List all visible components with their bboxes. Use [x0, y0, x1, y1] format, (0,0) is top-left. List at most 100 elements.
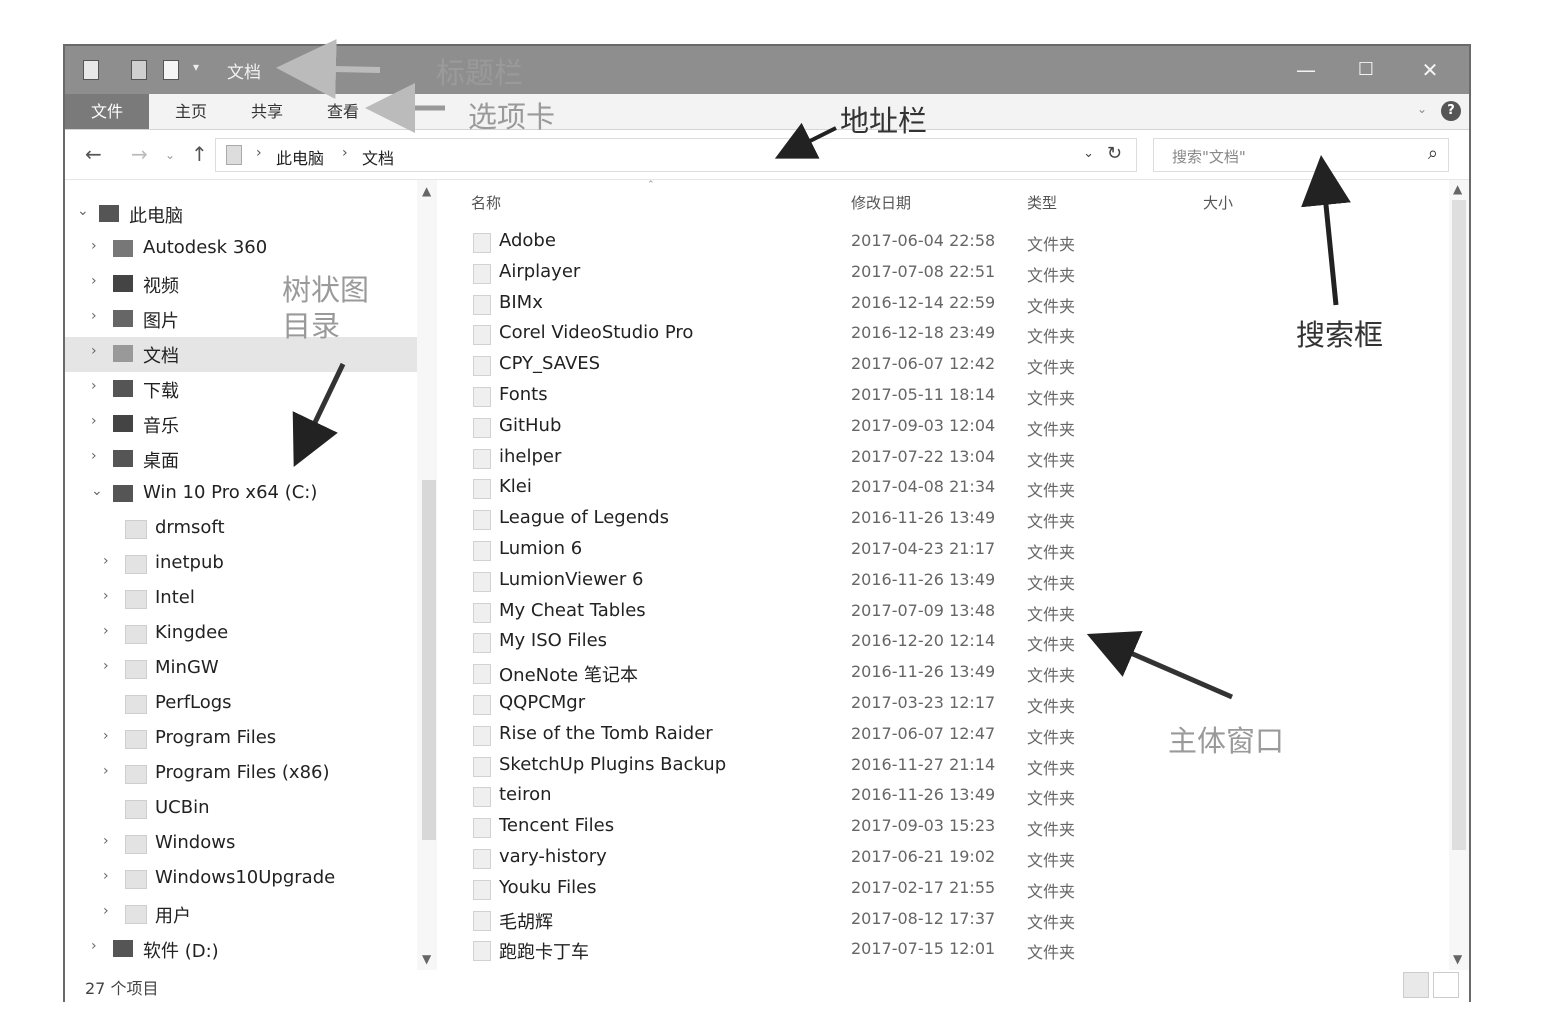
tab-share[interactable]: 共享 [239, 94, 295, 129]
scroll-down-icon[interactable]: ▼ [1453, 952, 1462, 966]
tree-item[interactable]: › 视频 [65, 267, 437, 302]
address-dropdown-icon[interactable]: ⌄ [1083, 146, 1094, 161]
expand-chevron-icon[interactable]: › [91, 343, 97, 359]
breadcrumb-chevron-icon[interactable]: › [342, 145, 348, 161]
tree-item[interactable]: › 下载 [65, 372, 437, 407]
file-row[interactable]: Adobe 2017-06-04 22:58 文件夹 [455, 227, 1155, 257]
file-row[interactable]: My ISO Files 2016-12-20 12:14 文件夹 [455, 627, 1155, 657]
new-folder-quick-icon[interactable] [163, 60, 179, 80]
search-input[interactable]: 搜索"文档" [1172, 146, 1246, 167]
scroll-up-icon[interactable]: ▲ [422, 184, 431, 198]
minimize-button[interactable]: — [1283, 52, 1329, 88]
expand-chevron-icon[interactable]: › [103, 658, 109, 674]
file-list-scroll-thumb[interactable] [1452, 200, 1466, 850]
file-row[interactable]: Corel VideoStudio Pro 2016-12-18 23:49 文件夹 [455, 319, 1155, 349]
file-row[interactable]: Lumion 6 2017-04-23 21:17 文件夹 [455, 535, 1155, 565]
tab-view[interactable]: 查看 [315, 94, 371, 129]
expand-chevron-icon[interactable]: › [103, 728, 109, 744]
file-row[interactable]: Fonts 2017-05-11 18:14 文件夹 [455, 381, 1155, 411]
recent-locations-icon[interactable]: ⌄ [165, 148, 175, 162]
expand-chevron-icon[interactable]: › [103, 623, 109, 639]
tree-item[interactable]: › 软件 (D:) [65, 932, 437, 967]
address-bar[interactable]: › 此电脑 › 文档 ⌄ ↻ [215, 138, 1137, 172]
file-row[interactable]: CPY_SAVES 2017-06-07 12:42 文件夹 [455, 350, 1155, 380]
tree-item[interactable]: › MinGW [65, 652, 437, 687]
search-box[interactable]: 搜索"文档" ⌕ [1153, 138, 1449, 172]
file-row[interactable]: Tencent Files 2017-09-03 15:23 文件夹 [455, 812, 1155, 842]
collapse-chevron-icon[interactable]: ⌄ [91, 483, 103, 499]
tree-scrollbar[interactable]: ▲ ▼ [417, 180, 437, 970]
file-row[interactable]: OneNote 笔记本 2016-11-26 13:49 文件夹 [455, 658, 1155, 688]
file-row[interactable]: QQPCMgr 2017-03-23 12:17 文件夹 [455, 689, 1155, 719]
tree-item[interactable]: PerfLogs [65, 687, 437, 722]
expand-chevron-icon[interactable]: › [91, 378, 97, 394]
file-row[interactable]: Rise of the Tomb Raider 2017-06-07 12:47 文… [455, 720, 1155, 750]
back-arrow-icon[interactable]: ← [85, 142, 102, 166]
tree-item[interactable]: › Intel [65, 582, 437, 617]
help-icon[interactable]: ? [1441, 101, 1461, 121]
column-header-name[interactable]: 名称 [471, 192, 501, 213]
file-row[interactable]: 跑跑卡丁车 2017-07-15 12:01 文件夹 [455, 935, 1155, 965]
tree-item[interactable]: › 文档 [65, 337, 437, 372]
tree-item[interactable]: › 桌面 [65, 442, 437, 477]
tree-item[interactable]: › Program Files (x86) [65, 757, 437, 792]
maximize-button[interactable]: ☐ [1343, 52, 1389, 88]
tree-item[interactable]: › Windows [65, 827, 437, 862]
breadcrumb-chevron-icon[interactable]: › [256, 145, 262, 161]
column-header-type[interactable]: 类型 [1027, 192, 1057, 213]
quick-access-dropdown-icon[interactable]: ▾ [193, 60, 199, 74]
tree-item[interactable]: ⌄ 此电脑 [65, 197, 437, 232]
file-row[interactable]: teiron 2016-11-26 13:49 文件夹 [455, 781, 1155, 811]
file-row[interactable]: LumionViewer 6 2016-11-26 13:49 文件夹 [455, 566, 1155, 596]
tree-item[interactable]: › 用户 [65, 897, 437, 932]
file-row[interactable]: SketchUp Plugins Backup 2016-11-27 21:14 文… [455, 751, 1155, 781]
tree-item[interactable]: UCBin [65, 792, 437, 827]
tree-item[interactable]: › 图片 [65, 302, 437, 337]
tree-item[interactable]: ⌄ Win 10 Pro x64 (C:) [65, 477, 437, 512]
expand-chevron-icon[interactable]: › [103, 763, 109, 779]
file-row[interactable]: ihelper 2017-07-22 13:04 文件夹 [455, 443, 1155, 473]
breadcrumb-this-pc[interactable]: 此电脑 [276, 145, 324, 169]
tree-item[interactable]: › inetpub [65, 547, 437, 582]
file-row[interactable]: Youku Files 2017-02-17 21:55 文件夹 [455, 874, 1155, 904]
scroll-up-icon[interactable]: ▲ [1453, 182, 1462, 196]
file-row[interactable]: Klei 2017-04-08 21:34 文件夹 [455, 473, 1155, 503]
expand-chevron-icon[interactable]: › [91, 413, 97, 429]
tree-scroll-thumb[interactable] [422, 480, 436, 840]
expand-chevron-icon[interactable]: › [103, 553, 109, 569]
file-list-scrollbar[interactable]: ▲ ▼ [1449, 180, 1469, 970]
expand-chevron-icon[interactable]: › [91, 448, 97, 464]
expand-chevron-icon[interactable]: › [91, 308, 97, 324]
details-view-icon[interactable] [1403, 972, 1429, 998]
tree-item[interactable]: drmsoft [65, 512, 437, 547]
column-header-size[interactable]: 大小 [1203, 192, 1233, 213]
tree-item[interactable]: › Kingdee [65, 617, 437, 652]
file-row[interactable]: vary-history 2017-06-21 19:02 文件夹 [455, 843, 1155, 873]
close-button[interactable]: ✕ [1407, 52, 1453, 88]
expand-chevron-icon[interactable]: › [91, 938, 97, 954]
tab-home[interactable]: 主页 [163, 94, 219, 129]
expand-chevron-icon[interactable]: › [91, 273, 97, 289]
file-row[interactable]: League of Legends 2016-11-26 13:49 文件夹 [455, 504, 1155, 534]
file-row[interactable]: Airplayer 2017-07-08 22:51 文件夹 [455, 258, 1155, 288]
file-row[interactable]: BIMx 2016-12-14 22:59 文件夹 [455, 289, 1155, 319]
expand-chevron-icon[interactable]: › [103, 903, 109, 919]
expand-chevron-icon[interactable]: › [103, 833, 109, 849]
expand-chevron-icon[interactable]: › [91, 238, 97, 254]
tree-item[interactable]: › Autodesk 360 [65, 232, 437, 267]
tree-item[interactable]: › 音乐 [65, 407, 437, 442]
file-row[interactable]: GitHub 2017-09-03 12:04 文件夹 [455, 412, 1155, 442]
expand-chevron-icon[interactable]: › [103, 588, 109, 604]
forward-arrow-icon[interactable]: → [131, 142, 148, 166]
column-header-date[interactable]: 修改日期 [851, 192, 911, 213]
properties-quick-icon[interactable] [131, 60, 147, 80]
file-row[interactable]: 毛胡辉 2017-08-12 17:37 文件夹 [455, 905, 1155, 935]
large-icons-view-icon[interactable] [1433, 972, 1459, 998]
tab-file[interactable]: 文件 [65, 94, 149, 129]
scroll-down-icon[interactable]: ▼ [422, 952, 431, 966]
expand-chevron-icon[interactable]: › [103, 868, 109, 884]
tree-item[interactable]: › Program Files [65, 722, 437, 757]
refresh-icon[interactable]: ↻ [1107, 143, 1122, 164]
search-icon[interactable]: ⌕ [1428, 143, 1438, 164]
expand-ribbon-icon[interactable]: ⌄ [1417, 102, 1427, 116]
